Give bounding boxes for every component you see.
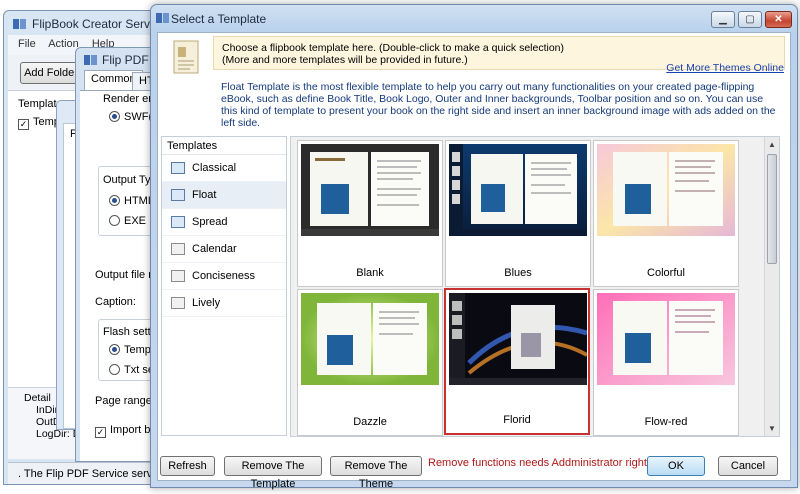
radio-selected-icon[interactable] [109, 344, 120, 355]
theme-label-colorful: Colorful [647, 267, 685, 279]
template-icon [171, 162, 185, 174]
select-template-dialog: Select a Template ▁ ▢ ✕ Choose a flipboo… [150, 4, 798, 490]
close-icon[interactable]: ✕ [765, 11, 792, 28]
scroll-down-icon[interactable]: ▼ [765, 421, 779, 436]
exe-option[interactable]: EXE [109, 215, 146, 227]
dialog-client: Choose a flipbook template here. (Double… [157, 32, 791, 490]
maximize-icon[interactable]: ▢ [738, 11, 762, 28]
template-description: Float Template is the most flexible temp… [221, 81, 776, 129]
theme-label-blank: Blank [356, 267, 384, 279]
template-item-classical[interactable]: Classical [162, 155, 286, 182]
cancel-button[interactable]: Cancel [718, 456, 778, 476]
radio-empty-icon[interactable] [109, 215, 120, 226]
theme-card-blues[interactable]: Blues [445, 140, 591, 287]
template-item-lively[interactable]: Lively [162, 290, 286, 317]
theme-thumbnail-flow-red [597, 293, 735, 385]
theme-grid: Blank Blues Colorful Dazzle Florid Flow-… [290, 136, 780, 437]
document-icon [173, 40, 199, 74]
ok-button[interactable]: OK [647, 456, 705, 476]
theme-thumbnail-dazzle [301, 293, 439, 385]
flip-pdf-app-icon [84, 55, 97, 65]
checkbox-checked-icon[interactable]: ✓ [18, 119, 29, 130]
theme-thumbnail-blues [449, 144, 587, 236]
admin-warning-text: Remove functions needs Addministrator ri… [428, 457, 656, 469]
theme-label-blues: Blues [504, 267, 532, 279]
templates-header: Templates [162, 137, 286, 155]
template-icon [171, 297, 185, 309]
theme-card-blank[interactable]: Blank [297, 140, 443, 287]
theme-label-florid: Florid [503, 414, 531, 426]
calendar-icon [171, 243, 185, 255]
menu-action[interactable]: Action [48, 38, 79, 50]
template-icon [171, 270, 185, 282]
template-list: Templates Classical Float Spread Calenda… [161, 136, 287, 436]
caption-label: Caption: [95, 296, 136, 308]
template-item-calendar[interactable]: Calendar [162, 236, 286, 263]
scroll-thumb[interactable] [767, 154, 777, 264]
info-banner: Choose a flipbook template here. (Double… [158, 33, 790, 129]
theme-thumbnail-colorful [597, 144, 735, 236]
theme-thumbnail-blank [301, 144, 439, 236]
theme-grid-scrollbar[interactable]: ▲ ▼ [764, 137, 779, 436]
template-item-conciseness[interactable]: Conciseness [162, 263, 286, 290]
theme-thumbnail-florid [449, 293, 587, 385]
flipbook-app-icon [13, 19, 26, 29]
theme-card-dazzle[interactable]: Dazzle [297, 289, 443, 436]
output-type-label: Output Typ [103, 174, 157, 186]
template-item-spread[interactable]: Spread [162, 209, 286, 236]
theme-card-flow-red[interactable]: Flow-red [593, 289, 739, 436]
template-item-float[interactable]: Float [162, 182, 286, 209]
template-icon [171, 189, 185, 201]
page-range-label: Page range [95, 395, 152, 407]
theme-label-dazzle: Dazzle [353, 416, 387, 428]
menu-file[interactable]: File [18, 38, 36, 50]
note-line-1: Choose a flipbook template here. (Double… [222, 42, 565, 54]
radio-selected-icon[interactable] [109, 111, 120, 122]
radio-empty-icon[interactable] [109, 364, 120, 375]
theme-card-florid[interactable]: Florid [444, 288, 590, 435]
dialog-app-icon [156, 13, 169, 23]
remove-theme-button[interactable]: Remove The Theme [330, 456, 422, 490]
dialog-title: Select a Template [171, 12, 267, 26]
get-more-themes-link[interactable]: Get More Themes Online [666, 62, 784, 74]
html-option[interactable]: HTML [109, 195, 154, 207]
scroll-up-icon[interactable]: ▲ [765, 137, 779, 152]
checkbox-checked-icon[interactable]: ✓ [95, 427, 106, 438]
theme-card-colorful[interactable]: Colorful [593, 140, 739, 287]
radio-selected-icon[interactable] [109, 195, 120, 206]
template-icon [171, 216, 185, 228]
theme-label-flow-red: Flow-red [644, 416, 688, 428]
minimize-icon[interactable]: ▁ [711, 11, 735, 28]
import-option[interactable]: ✓ Import bo [95, 424, 156, 438]
refresh-button[interactable]: Refresh [160, 456, 215, 476]
remove-template-button[interactable]: Remove The Template [224, 456, 322, 490]
add-folder-button[interactable]: Add Folder [20, 62, 82, 84]
